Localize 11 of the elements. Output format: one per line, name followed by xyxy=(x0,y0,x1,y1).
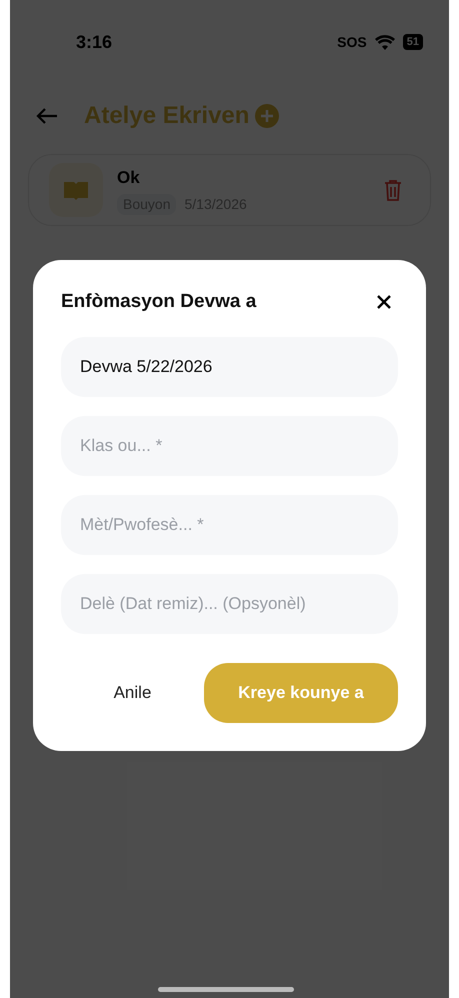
close-icon[interactable] xyxy=(376,294,392,310)
input-field[interactable]: Klas ou... * xyxy=(61,416,398,476)
sos-indicator: SOS xyxy=(337,32,367,52)
cancel-button[interactable]: Anile xyxy=(61,680,204,706)
page-title: Atelye Ekriven xyxy=(84,101,250,131)
input-field[interactable]: Delè (Dat remiz)... (Opsyonèl) xyxy=(61,574,398,634)
input-field[interactable]: Mèt/Pwofesè... * xyxy=(61,494,398,554)
card-title: Ok xyxy=(117,167,141,190)
input-field[interactable]: Devwa 5/22/2026 xyxy=(61,336,398,396)
dialog-title: Enfòmasyon Devwa a xyxy=(61,290,256,314)
status-time: 3:16 xyxy=(76,30,112,54)
